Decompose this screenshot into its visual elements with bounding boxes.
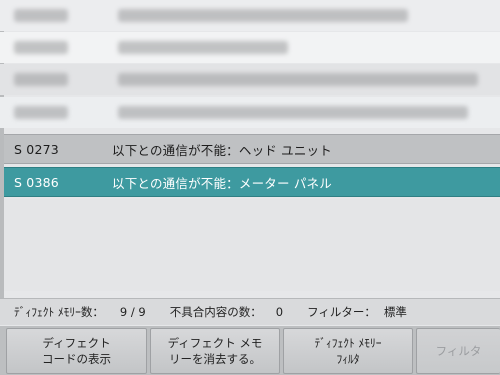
filter-label: フィルター：: [307, 305, 376, 319]
defect-memory-filter-button[interactable]: ﾃﾞｨﾌｪｸﾄ ﾒﾓﾘｰ ﾌｨﾙﾀ: [283, 328, 413, 374]
filter-value: 標準: [383, 305, 407, 319]
fault-code: S 0273: [14, 141, 59, 157]
button-label: ディフェクト メモ: [167, 336, 263, 350]
button-label: ﾃﾞｨﾌｪｸﾄ ﾒﾓﾘｰ: [314, 336, 382, 350]
defect-memory-count-value: 9 / 9: [119, 305, 146, 319]
blurred-text: [118, 41, 288, 54]
list-item[interactable]: [0, 64, 500, 95]
fault-description: 以下との通信が不能：メーター パネル: [112, 175, 332, 191]
blurred-text: [14, 9, 68, 22]
button-label: フィルタ: [435, 344, 482, 358]
filter-button[interactable]: フィルタ: [416, 328, 500, 374]
button-label: ﾌｨﾙﾀ: [336, 352, 360, 366]
button-label: リーを消去する。: [169, 352, 261, 366]
list-item[interactable]: [0, 0, 500, 31]
button-label: ディフェクト: [42, 336, 111, 350]
button-label: コードの表示: [42, 352, 111, 366]
blurred-text: [14, 106, 68, 119]
diagnostic-screen: S 0273 以下との通信が不能：ヘッド ユニット S 0386 以下との通信が…: [0, 0, 500, 375]
fault-code: S 0386: [14, 174, 59, 190]
blurred-text: [14, 73, 68, 86]
clear-defect-memory-button[interactable]: ディフェクト メモ リーを消去する。: [150, 328, 280, 374]
blurred-text: [118, 9, 408, 22]
defect-memory-count-label: ﾃﾞｨﾌｪｸﾄ ﾒﾓﾘｰ数：: [14, 305, 104, 319]
show-defect-code-button[interactable]: ディフェクト コードの表示: [6, 328, 147, 374]
fault-description: 以下との通信が不能：ヘッド ユニット: [112, 142, 332, 158]
fault-content-count-label: 不具合内容の数：: [169, 305, 262, 319]
list-item[interactable]: [0, 97, 500, 128]
list-item[interactable]: [0, 32, 500, 63]
status-bar: ﾃﾞｨﾌｪｸﾄ ﾒﾓﾘｰ数： 9 / 9 不具合内容の数： 0 フィルター： 標…: [0, 298, 500, 325]
list-item[interactable]: S 0273 以下との通信が不能：ヘッド ユニット: [4, 134, 500, 164]
blurred-text: [118, 106, 468, 119]
fault-content-count-value: 0: [275, 305, 284, 319]
blurred-text: [118, 73, 478, 86]
list-empty-area: [4, 199, 500, 291]
blurred-text: [14, 41, 68, 54]
list-item-selected[interactable]: S 0386 以下との通信が不能：メーター パネル: [4, 167, 500, 197]
button-bar: ディフェクト コードの表示 ディフェクト メモ リーを消去する。 ﾃﾞｨﾌｪｸﾄ…: [0, 326, 500, 375]
